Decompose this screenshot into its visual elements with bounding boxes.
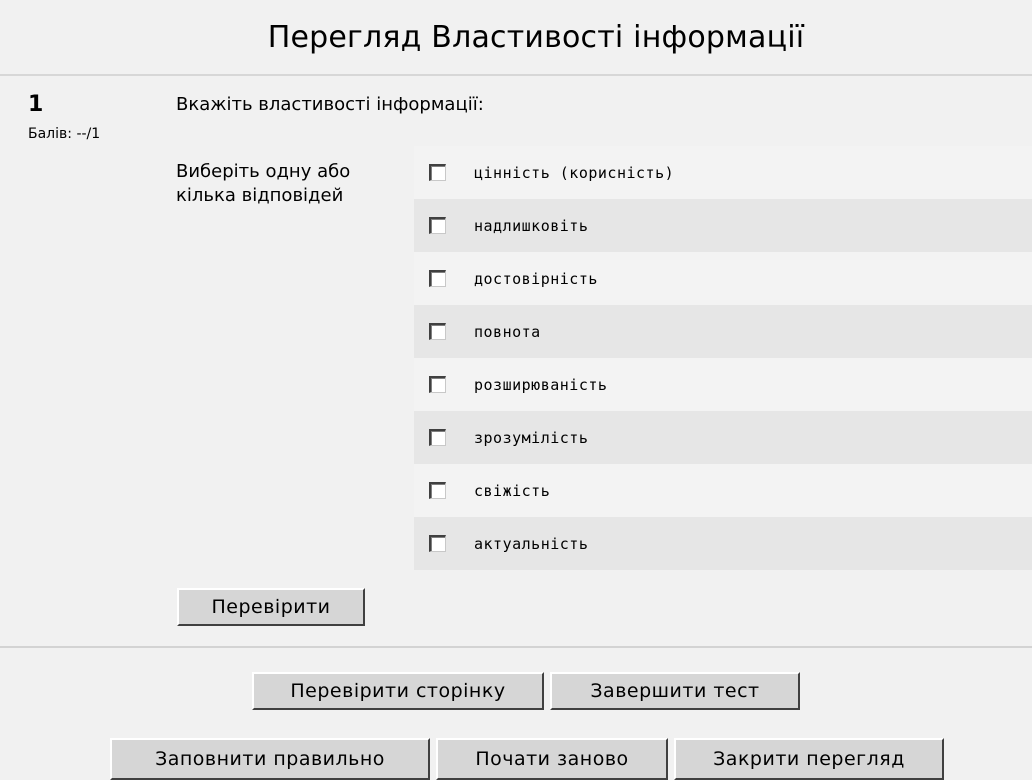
answer-option[interactable]: зрозумілість <box>414 411 1032 464</box>
finish-test-button[interactable]: Завершити тест <box>550 672 800 710</box>
answer-label: достовірність <box>474 269 598 288</box>
answer-option[interactable]: розширюваність <box>414 358 1032 411</box>
answer-label: надлишковіть <box>474 216 589 235</box>
answer-option[interactable]: повнота <box>414 305 1032 358</box>
question-text: Вкажіть властивості інформації: <box>176 94 484 115</box>
grade-label: Балів: <box>28 126 72 142</box>
answer-checkbox[interactable] <box>429 217 446 234</box>
answer-checkbox[interactable] <box>429 482 446 499</box>
answer-option[interactable]: свіжість <box>414 464 1032 517</box>
page-title: Перегляд Властивості інформації <box>267 19 805 55</box>
answer-option[interactable]: цінність (корисність) <box>414 146 1032 199</box>
answer-label: актуальність <box>474 534 589 553</box>
answer-option[interactable]: надлишковіть <box>414 199 1032 252</box>
check-page-button[interactable]: Перевірити сторінку <box>252 672 544 710</box>
answer-label: повнота <box>474 322 541 341</box>
answer-checkbox[interactable] <box>429 270 446 287</box>
answer-prompt: Виберіть одну або кілька відповідей <box>176 161 351 206</box>
answer-checkbox[interactable] <box>429 164 446 181</box>
close-preview-button[interactable]: Закрити перегляд <box>674 738 944 780</box>
question-grade: Балів: --/1 <box>28 126 100 142</box>
answer-option[interactable]: актуальність <box>414 517 1032 570</box>
answer-label: зрозумілість <box>474 428 589 447</box>
answer-checkbox[interactable] <box>429 535 446 552</box>
answer-label: розширюваність <box>474 375 608 394</box>
grade-value: --/1 <box>76 126 101 142</box>
question-number: 1 <box>28 92 44 117</box>
answer-checkbox[interactable] <box>429 323 446 340</box>
answer-option[interactable]: достовірність <box>414 252 1032 305</box>
answer-checkbox[interactable] <box>429 376 446 393</box>
answer-label: свіжість <box>474 481 551 500</box>
divider <box>0 646 1032 648</box>
answer-checkbox[interactable] <box>429 429 446 446</box>
fill-correct-button[interactable]: Заповнити правильно <box>110 738 430 780</box>
answer-label: цінність (корисність) <box>474 163 675 182</box>
check-button[interactable]: Перевірити <box>177 588 365 626</box>
answer-list: цінність (корисність) надлишковіть досто… <box>414 146 1032 570</box>
restart-button[interactable]: Почати заново <box>436 738 668 780</box>
page-header: Перегляд Властивості інформації <box>0 0 1032 76</box>
